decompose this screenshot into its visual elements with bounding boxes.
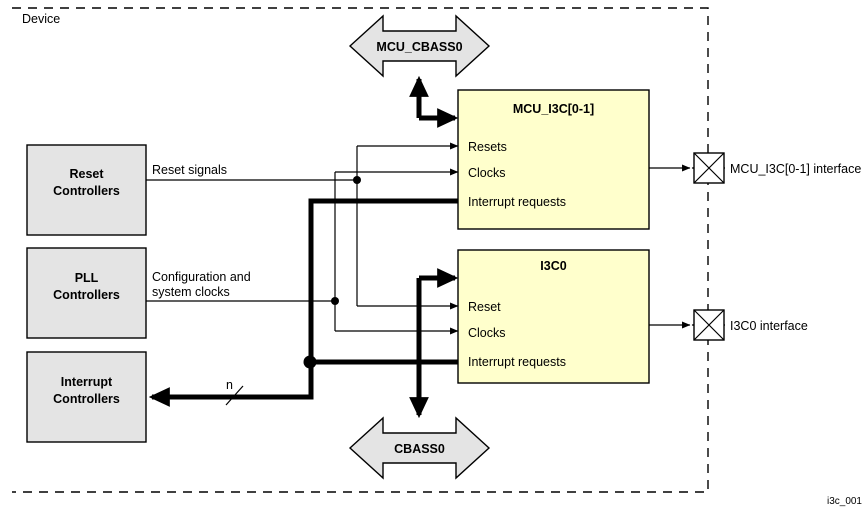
figure-tag: i3c_001: [827, 496, 862, 507]
pll-controllers-label-line2: Controllers: [53, 288, 120, 302]
device-label: Device: [22, 12, 60, 26]
mcu-i3c-title: MCU_I3C[0-1]: [513, 102, 594, 116]
mcu-i3c-interrupt-bus: [308, 198, 458, 362]
mcu-i3c-port-interrupt-requests: Interrupt requests: [468, 195, 566, 209]
diagram-canvas: Device Reset Controllers PLL Controllers…: [12, 7, 862, 507]
i3c0-port-clocks: Clocks: [468, 326, 506, 340]
pll-controllers-label-line1: PLL: [75, 271, 99, 285]
clocks-label-line2: system clocks: [152, 285, 230, 299]
cbass0-label: CBASS0: [394, 442, 445, 456]
i3c0-title: I3C0: [540, 259, 566, 273]
mcu-i3c-interface-label: MCU_I3C[0-1] interface: [730, 162, 861, 176]
i3c-block-diagram: Device Reset Controllers PLL Controllers…: [0, 0, 868, 511]
reset-signals-label: Reset signals: [152, 163, 227, 177]
interrupt-controllers-label-line1: Interrupt: [61, 375, 113, 389]
i3c0-port-reset: Reset: [468, 300, 501, 314]
mcu-cbass0-label: MCU_CBASS0: [376, 40, 462, 54]
controller-reset-controllers: Reset Controllers: [26, 144, 147, 236]
i3c0-interface-label: I3C0 interface: [730, 319, 808, 333]
reset-controllers-label-line2: Controllers: [53, 184, 120, 198]
bus-cbass0: CBASS0: [348, 416, 491, 480]
module-i3c0: I3C0 Reset Clocks Interrupt requests: [457, 249, 650, 384]
reset-controllers-label-line1: Reset: [69, 167, 104, 181]
controller-pll-controllers: PLL Controllers: [26, 247, 147, 339]
clocks-label-line1: Configuration and: [152, 270, 251, 284]
mcu-i3c-port-clocks: Clocks: [468, 166, 506, 180]
interface-mcu-i3c-interface: MCU_I3C[0-1] interface: [649, 152, 861, 184]
bus-mcu-cbass0: MCU_CBASS0: [348, 14, 491, 78]
bus-width-label: n: [226, 378, 233, 392]
mcu-i3c-port-resets: Resets: [468, 140, 507, 154]
module-mcu-i3c: MCU_I3C[0-1] Resets Clocks Interrupt req…: [457, 89, 650, 230]
interrupt-controllers-label-line2: Controllers: [53, 392, 120, 406]
controller-interrupt-controllers: Interrupt Controllers: [26, 351, 147, 443]
i3c0-port-interrupt-requests: Interrupt requests: [468, 355, 566, 369]
interface-i3c0-interface: I3C0 interface: [649, 309, 808, 341]
